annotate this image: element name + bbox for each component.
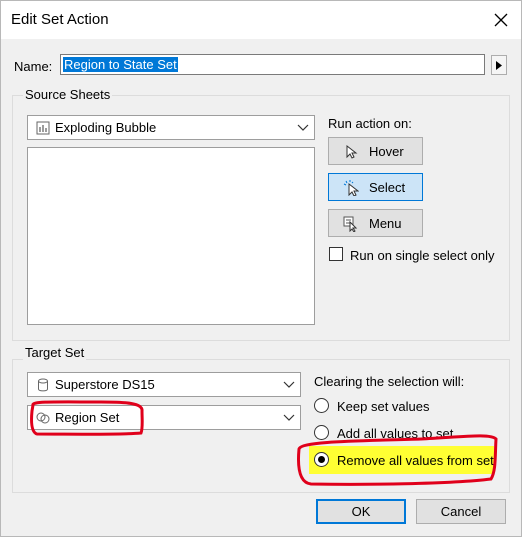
title-bar: Edit Set Action — [1, 1, 521, 39]
run-action-label: Run action on: — [328, 116, 412, 131]
set-icon — [36, 412, 50, 424]
select-button[interactable]: Select — [328, 173, 423, 201]
source-sheets-label: Source Sheets — [23, 87, 113, 102]
source-sheet-value: Exploding Bubble — [55, 120, 157, 135]
hover-button[interactable]: Hover — [328, 137, 423, 165]
radio-selected-dot — [318, 456, 325, 463]
remove-all-values-radio[interactable] — [314, 452, 329, 467]
chevron-down-icon — [283, 414, 295, 421]
click-pointer-icon — [343, 180, 359, 196]
datasource-dropdown[interactable]: Superstore DS15 — [27, 372, 301, 397]
close-button[interactable] — [485, 5, 517, 35]
single-select-checkbox[interactable] — [329, 247, 343, 261]
name-input[interactable]: Region to State Set — [60, 54, 485, 75]
triangle-right-icon — [496, 60, 502, 70]
close-icon — [494, 13, 508, 27]
chevron-down-icon — [283, 381, 295, 388]
source-sheet-dropdown[interactable]: Exploding Bubble — [27, 115, 315, 140]
add-all-values-radio[interactable] — [314, 425, 329, 440]
remove-all-values-label: Remove all values from set — [337, 453, 494, 468]
keep-set-values-label: Keep set values — [337, 399, 430, 414]
chevron-down-icon — [297, 124, 309, 131]
menu-pointer-icon — [343, 216, 358, 232]
ok-button[interactable]: OK — [316, 499, 406, 524]
keep-set-values-radio[interactable] — [314, 398, 329, 413]
menu-button-label: Menu — [369, 216, 402, 231]
bar-chart-icon — [36, 121, 50, 135]
clearing-label: Clearing the selection will: — [314, 374, 465, 389]
select-button-label: Select — [369, 180, 406, 195]
cancel-button[interactable]: Cancel — [416, 499, 506, 524]
set-value: Region Set — [55, 410, 120, 425]
menu-button[interactable]: Menu — [328, 209, 423, 237]
edit-set-action-dialog: Edit Set Action Name: Region to State Se… — [0, 0, 522, 537]
database-icon — [38, 378, 48, 392]
pointer-icon — [346, 144, 358, 159]
name-input-value: Region to State Set — [63, 57, 178, 72]
name-insert-button[interactable] — [491, 55, 507, 75]
single-select-label: Run on single select only — [350, 248, 495, 263]
set-dropdown[interactable]: Region Set — [27, 405, 301, 430]
name-label: Name: — [14, 59, 53, 74]
dialog-title: Edit Set Action — [11, 11, 109, 28]
add-all-values-label: Add all values to set — [337, 426, 454, 441]
datasource-value: Superstore DS15 — [55, 377, 155, 392]
source-sheets-list[interactable] — [27, 147, 315, 325]
target-set-label: Target Set — [23, 345, 87, 360]
hover-button-label: Hover — [369, 144, 404, 159]
